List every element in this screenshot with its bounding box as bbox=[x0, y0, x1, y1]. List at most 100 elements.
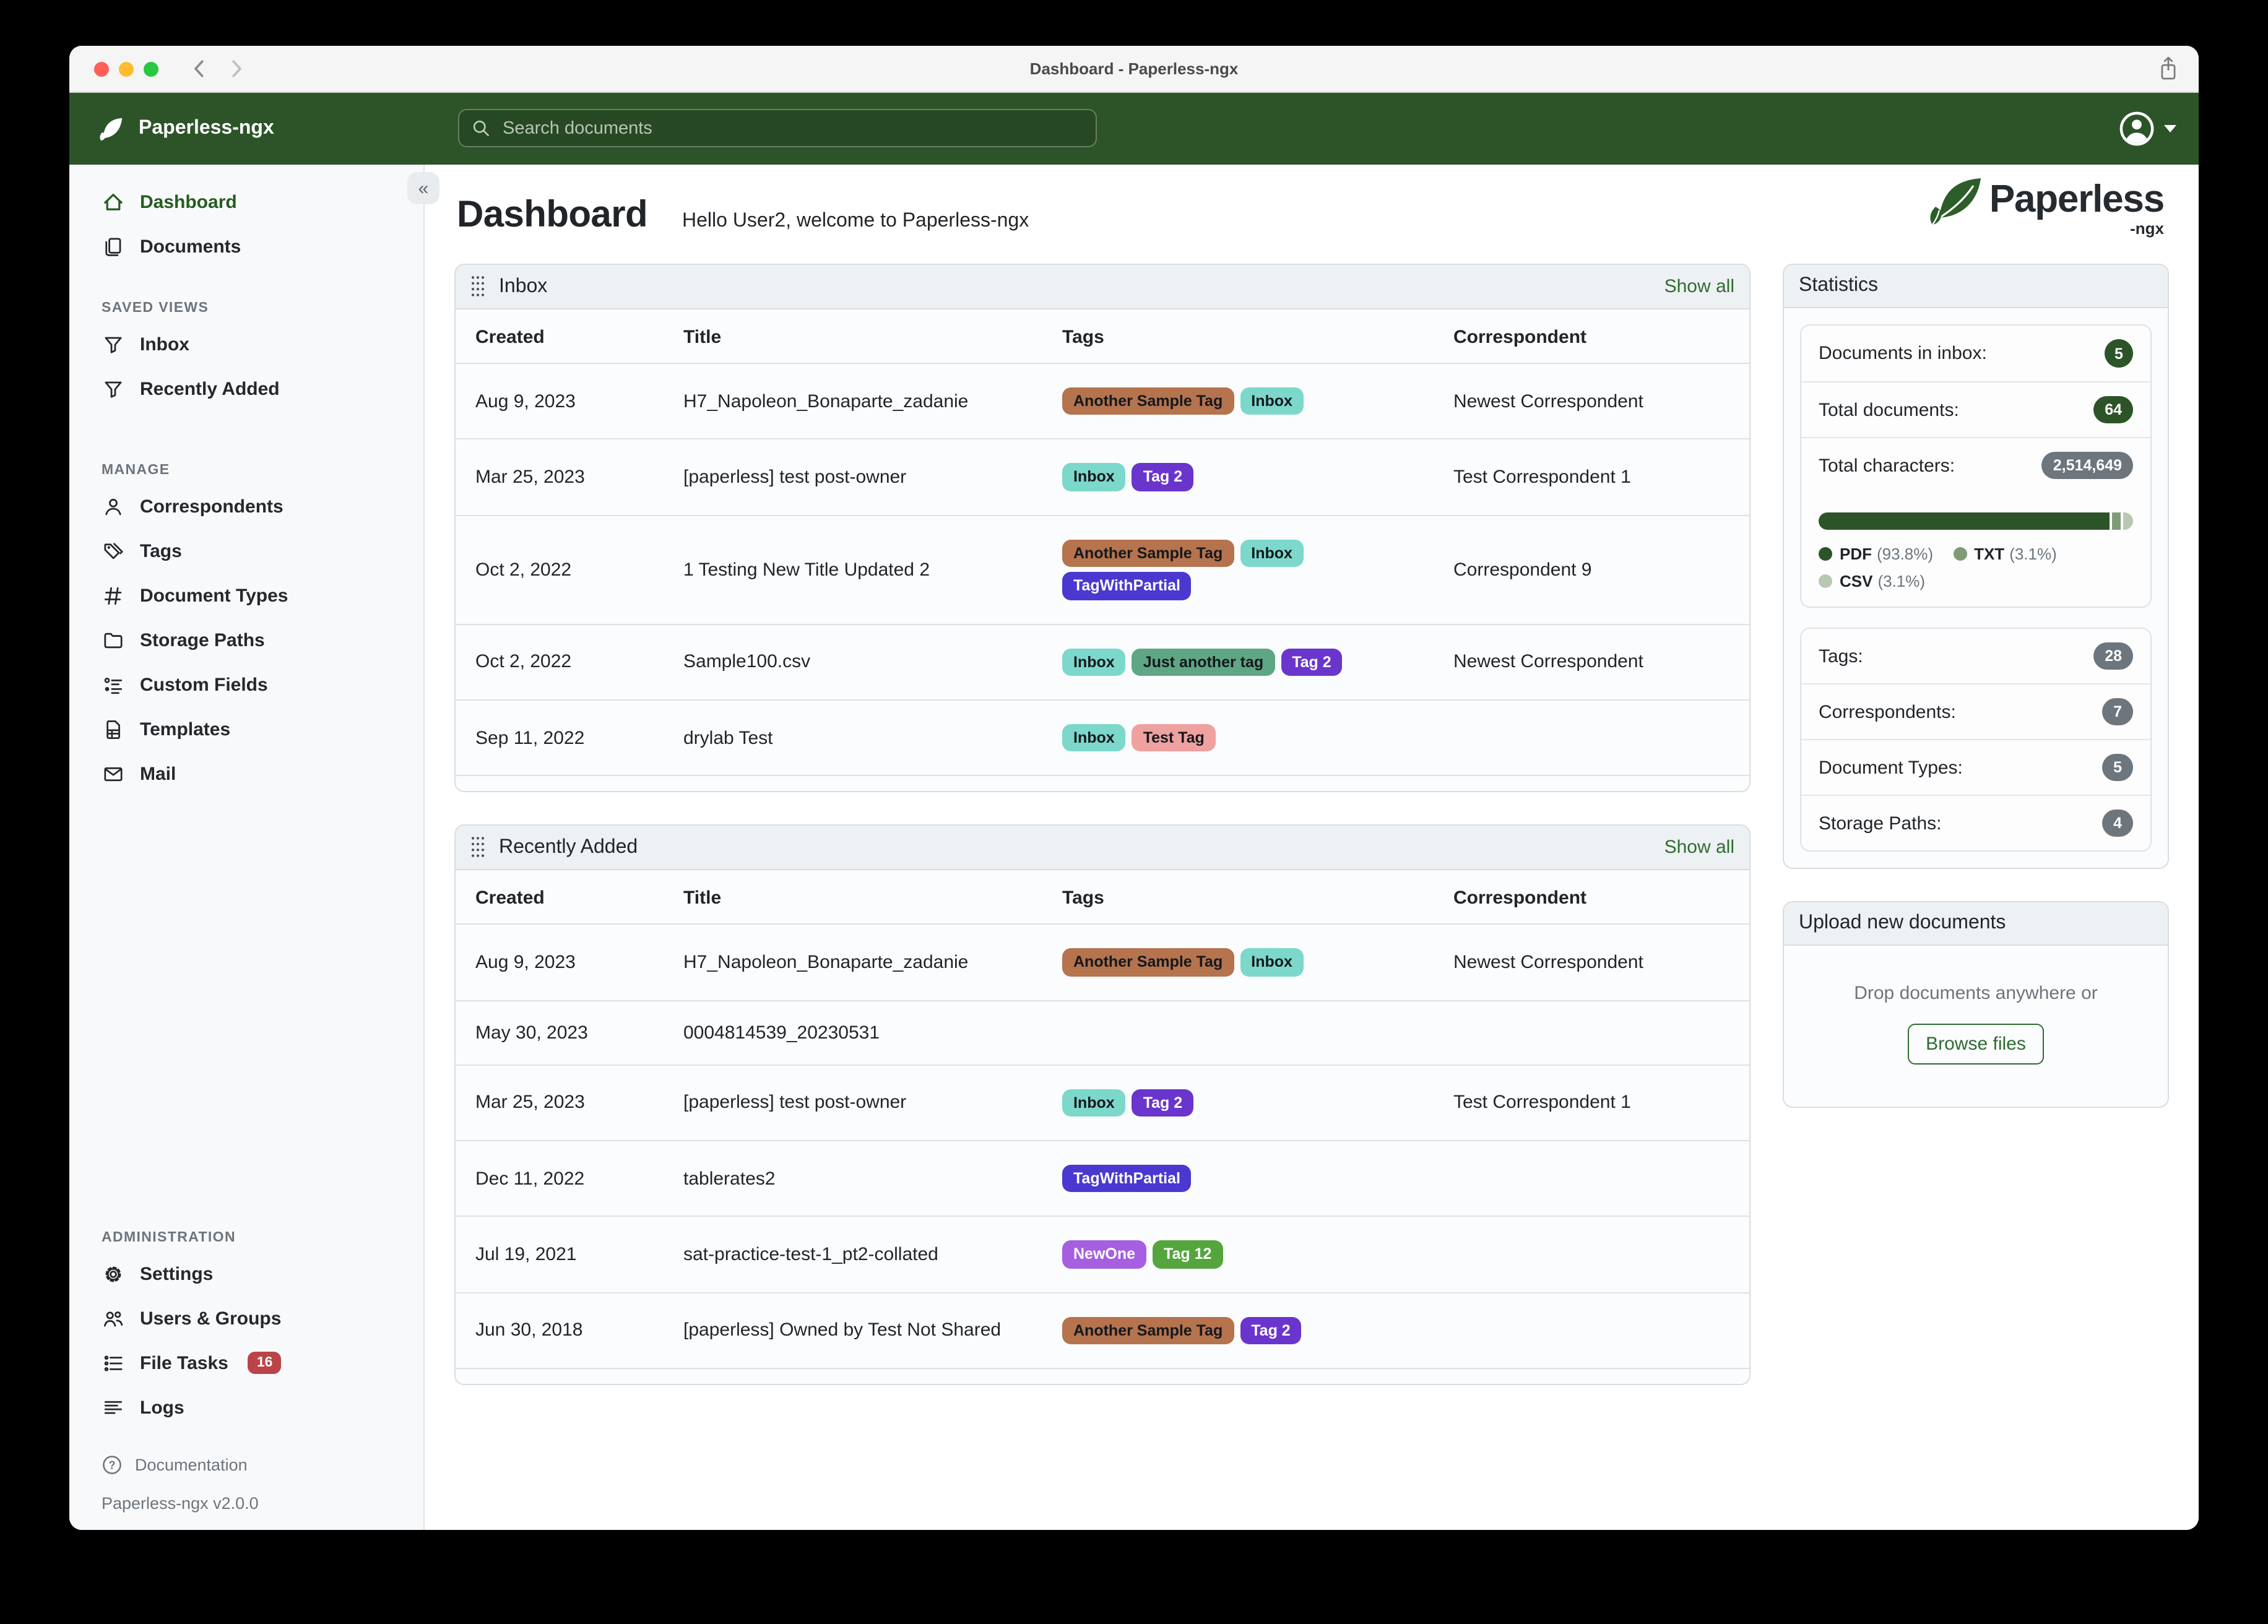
sidebar-item-label: Mail bbox=[140, 763, 176, 784]
table-row[interactable]: Sep 11, 2022 drylab Test Inbox Test Tag bbox=[456, 699, 1749, 777]
zoom-button[interactable] bbox=[144, 61, 158, 76]
tag-pill[interactable]: Another Sample Tag bbox=[1062, 1316, 1234, 1345]
tag-pill[interactable]: Test Tag bbox=[1132, 723, 1216, 752]
users-icon bbox=[102, 1307, 124, 1329]
table-row[interactable]: Mar 25, 2023 [paperless] test post-owner I… bbox=[456, 439, 1749, 516]
browse-files-button[interactable]: Browse files bbox=[1907, 1024, 2045, 1065]
tag-pill[interactable]: Tag 2 bbox=[1240, 1316, 1302, 1345]
table-row[interactable]: Jun 30, 2018 [paperless] Owned by Test No… bbox=[456, 1292, 1749, 1370]
count-row-storage-paths: Storage Paths: 4 bbox=[1801, 796, 2150, 850]
sidebar-item-recently-added[interactable]: Recently Added bbox=[69, 366, 423, 411]
tag-icon bbox=[102, 540, 124, 562]
table-row[interactable]: Mar 25, 2023 [paperless] test post-owner I… bbox=[456, 1065, 1749, 1142]
legend-item-txt: TXT (3.1%) bbox=[1953, 545, 2057, 563]
sidebar-item-users-groups[interactable]: Users & Groups bbox=[69, 1296, 423, 1341]
close-button[interactable] bbox=[94, 61, 109, 76]
brand-label: Paperless-ngx bbox=[139, 118, 274, 139]
cell-created: Oct 2, 2022 bbox=[456, 624, 671, 701]
sidebar-item-correspondents[interactable]: Correspondents bbox=[69, 484, 423, 529]
table-row[interactable]: Dec 11, 2022 tablerates2 TagWithPartial bbox=[456, 1141, 1749, 1217]
tag-pill[interactable]: Tag 12 bbox=[1153, 1240, 1223, 1269]
tag-pill[interactable]: TagWithPartial bbox=[1062, 572, 1192, 600]
tag-pill[interactable]: Tag 2 bbox=[1132, 1089, 1194, 1116]
tag-pill[interactable]: Inbox bbox=[1240, 387, 1304, 415]
back-icon[interactable] bbox=[193, 59, 204, 78]
sidebar-item-storage-paths[interactable]: Storage Paths bbox=[69, 618, 423, 662]
dashboard-columns: Inbox Show all Created Title Tags Corresponde… bbox=[454, 264, 2169, 1386]
page-title: Dashboard bbox=[457, 194, 648, 235]
show-all-link[interactable]: Show all bbox=[1664, 276, 1734, 297]
sidebar-item-dashboard[interactable]: Dashboard bbox=[69, 179, 423, 224]
tag-pill[interactable]: NewOne bbox=[1062, 1240, 1147, 1269]
search-input[interactable] bbox=[500, 117, 1083, 139]
share-icon[interactable] bbox=[2158, 56, 2179, 88]
forward-icon[interactable] bbox=[232, 59, 243, 78]
drag-handle-icon[interactable] bbox=[470, 275, 485, 298]
hash-icon bbox=[102, 584, 124, 607]
count-value-badge: 28 bbox=[2093, 642, 2133, 670]
sidebar-item-logs[interactable]: Logs bbox=[69, 1385, 423, 1430]
sidebar-collapse-button[interactable]: « bbox=[407, 172, 439, 204]
tag-pill[interactable]: TagWithPartial bbox=[1062, 1165, 1192, 1193]
sidebar-item-settings[interactable]: Settings bbox=[69, 1251, 423, 1296]
tag-pill[interactable]: Inbox bbox=[1062, 648, 1126, 676]
sidebar-item-label: Templates bbox=[140, 719, 231, 740]
tag-pill[interactable]: Tag 2 bbox=[1281, 648, 1343, 676]
cell-correspondent bbox=[1441, 1216, 1749, 1294]
user-menu[interactable] bbox=[2118, 110, 2176, 147]
sidebar-item-label: Dashboard bbox=[140, 191, 237, 212]
documentation-link[interactable]: ? Documentation bbox=[102, 1454, 423, 1475]
legend-label: CSV bbox=[1840, 572, 1873, 590]
legend-label: TXT bbox=[1974, 545, 2005, 563]
drop-text: Drop documents anywhere or bbox=[1854, 983, 2098, 1004]
table-row[interactable]: Aug 9, 2023 H7_Napoleon_Bonaparte_zadanie… bbox=[456, 363, 1749, 440]
statistics-card: Statistics Documents in inbox: 5 Total doc… bbox=[1783, 264, 2169, 869]
cell-correspondent: Newest Correspondent bbox=[1441, 924, 1749, 1001]
drag-handle-icon[interactable] bbox=[470, 836, 485, 860]
tag-pill[interactable]: Inbox bbox=[1062, 463, 1126, 491]
stat-row-documents-in-inbox: Documents in inbox: 5 bbox=[1801, 326, 2150, 382]
brand[interactable]: Paperless-ngx bbox=[97, 114, 274, 143]
cell-correspondent: Correspondent 9 bbox=[1441, 515, 1749, 624]
tag-pill[interactable]: Inbox bbox=[1240, 948, 1304, 977]
count-label: Tags: bbox=[1819, 646, 1863, 667]
stat-value-badge: 64 bbox=[2093, 396, 2133, 423]
filetype-chart: PDF (93.8%) TXT (3.1%) CSV (3.1%) bbox=[1801, 493, 2150, 607]
table-row[interactable]: Aug 9, 2023 H7_Napoleon_Bonaparte_zadanie… bbox=[456, 924, 1749, 1001]
tag-pill[interactable]: Another Sample Tag bbox=[1062, 539, 1234, 568]
sidebar-item-document-types[interactable]: Document Types bbox=[69, 573, 423, 618]
cell-created: May 30, 2023 bbox=[456, 1000, 671, 1066]
tag-pill[interactable]: Inbox bbox=[1240, 539, 1304, 568]
tag-pill[interactable]: Inbox bbox=[1062, 1089, 1126, 1116]
tag-pill[interactable]: Another Sample Tag bbox=[1062, 948, 1234, 977]
cell-created: Jul 19, 2021 bbox=[456, 1216, 671, 1294]
sidebar-item-mail[interactable]: Mail bbox=[69, 751, 423, 796]
funnel-icon bbox=[102, 378, 124, 400]
sidebar-item-file-tasks[interactable]: File Tasks 16 bbox=[69, 1341, 423, 1385]
file-tasks-count-badge: 16 bbox=[248, 1352, 282, 1374]
sidebar-item-tags[interactable]: Tags bbox=[69, 529, 423, 573]
tag-pill[interactable]: Just another tag bbox=[1132, 648, 1275, 676]
upload-title: Upload new documents bbox=[1799, 912, 2006, 933]
stat-label: Total characters: bbox=[1819, 455, 1955, 476]
column-header-title: Title bbox=[671, 309, 1050, 364]
sidebar-item-documents[interactable]: Documents bbox=[69, 224, 423, 269]
table-row[interactable]: Oct 2, 2022 1 Testing New Title Updated 2… bbox=[456, 515, 1749, 624]
upload-dropzone[interactable]: Drop documents anywhere or Browse files bbox=[1784, 946, 2168, 1107]
tag-pill[interactable]: Tag 2 bbox=[1132, 463, 1194, 491]
sidebar-item-inbox[interactable]: Inbox bbox=[69, 322, 423, 366]
sidebar-item-custom-fields[interactable]: Custom Fields bbox=[69, 662, 423, 707]
minimize-button[interactable] bbox=[119, 61, 134, 76]
column-header-created: Created bbox=[456, 870, 671, 925]
statistics-body: Documents in inbox: 5 Total documents: 64 To… bbox=[1784, 308, 2168, 868]
widget-recently-added: Recently Added Show all Created Title Tags Co… bbox=[454, 824, 1751, 1386]
tag-pill[interactable]: Another Sample Tag bbox=[1062, 387, 1234, 415]
table-row[interactable]: Oct 2, 2022 Sample100.csv Inbox Just anothe… bbox=[456, 624, 1749, 701]
show-all-link[interactable]: Show all bbox=[1664, 837, 1734, 858]
tag-pill[interactable]: Inbox bbox=[1062, 723, 1126, 752]
cell-tags: Inbox Test Tag bbox=[1050, 699, 1441, 777]
sidebar-item-templates[interactable]: Templates bbox=[69, 707, 423, 751]
table-row[interactable]: May 30, 2023 0004814539_20230531 bbox=[456, 1000, 1749, 1066]
table-row[interactable]: Jul 19, 2021 sat-practice-test-1_pt2-coll… bbox=[456, 1216, 1749, 1294]
legend-percent: (3.1%) bbox=[1877, 572, 1926, 590]
